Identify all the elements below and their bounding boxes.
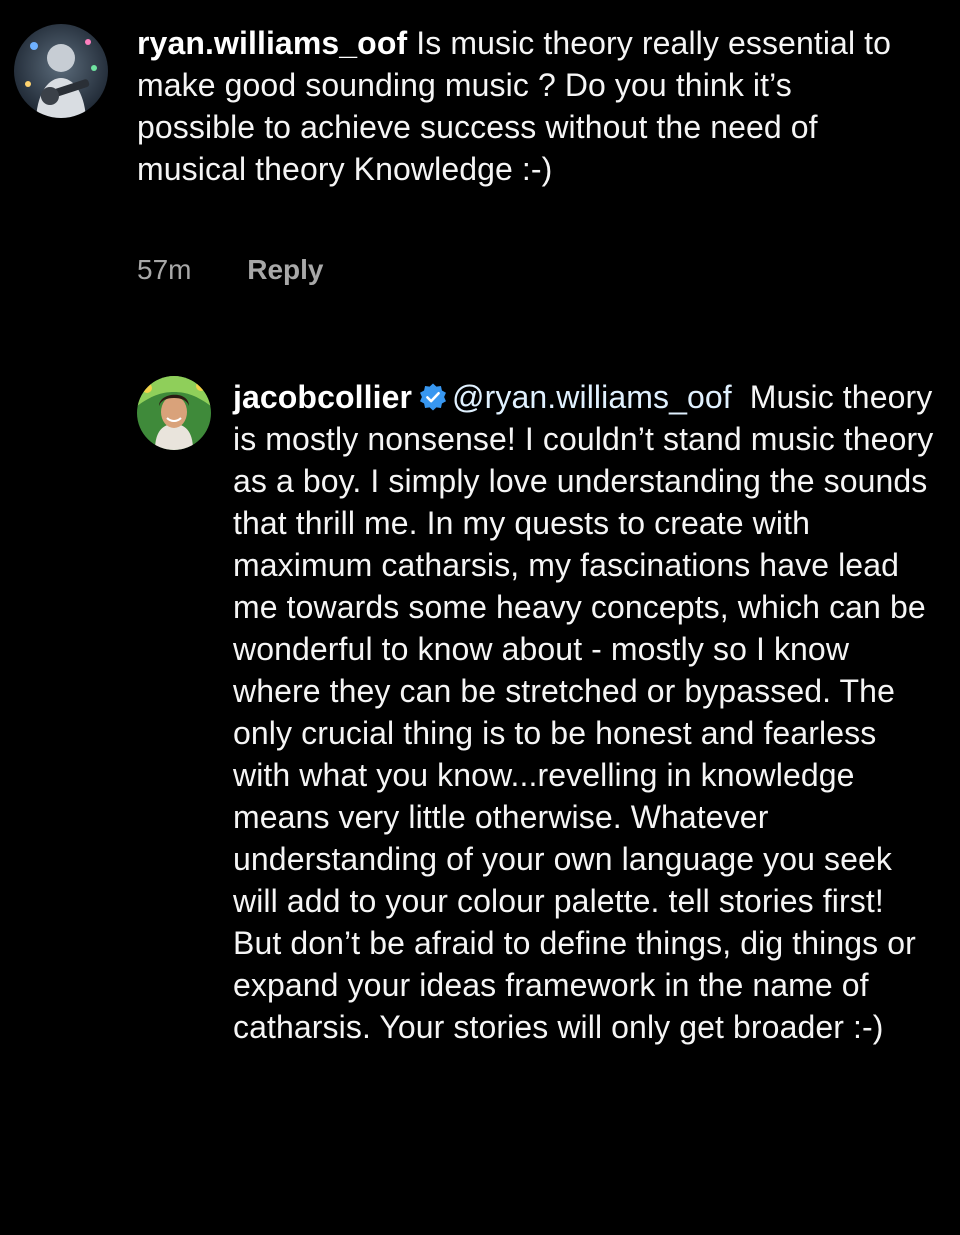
mention-link[interactable]: @ryan.williams_oof	[452, 379, 732, 415]
user-avatar-smiling-man-icon	[137, 376, 211, 450]
timestamp: 57m	[137, 254, 192, 285]
reply-button[interactable]: Reply	[247, 254, 323, 286]
avatar[interactable]	[14, 24, 108, 118]
verified-badge-icon	[420, 383, 447, 411]
comment-text-block: ryan.williams_oof Is music theory really…	[137, 22, 917, 190]
username-link[interactable]: jacobcollier	[233, 379, 412, 415]
username-link[interactable]: ryan.williams_oof	[137, 25, 407, 61]
reply-text-block: jacobcollier @ryan.williams_oof Music th…	[233, 376, 939, 1048]
user-avatar-guitarist-icon	[14, 24, 108, 118]
comment-meta: 57m Reply	[137, 254, 324, 286]
avatar[interactable]	[137, 376, 211, 450]
comment-text: Music theory is mostly nonsense! I could…	[233, 379, 934, 1045]
